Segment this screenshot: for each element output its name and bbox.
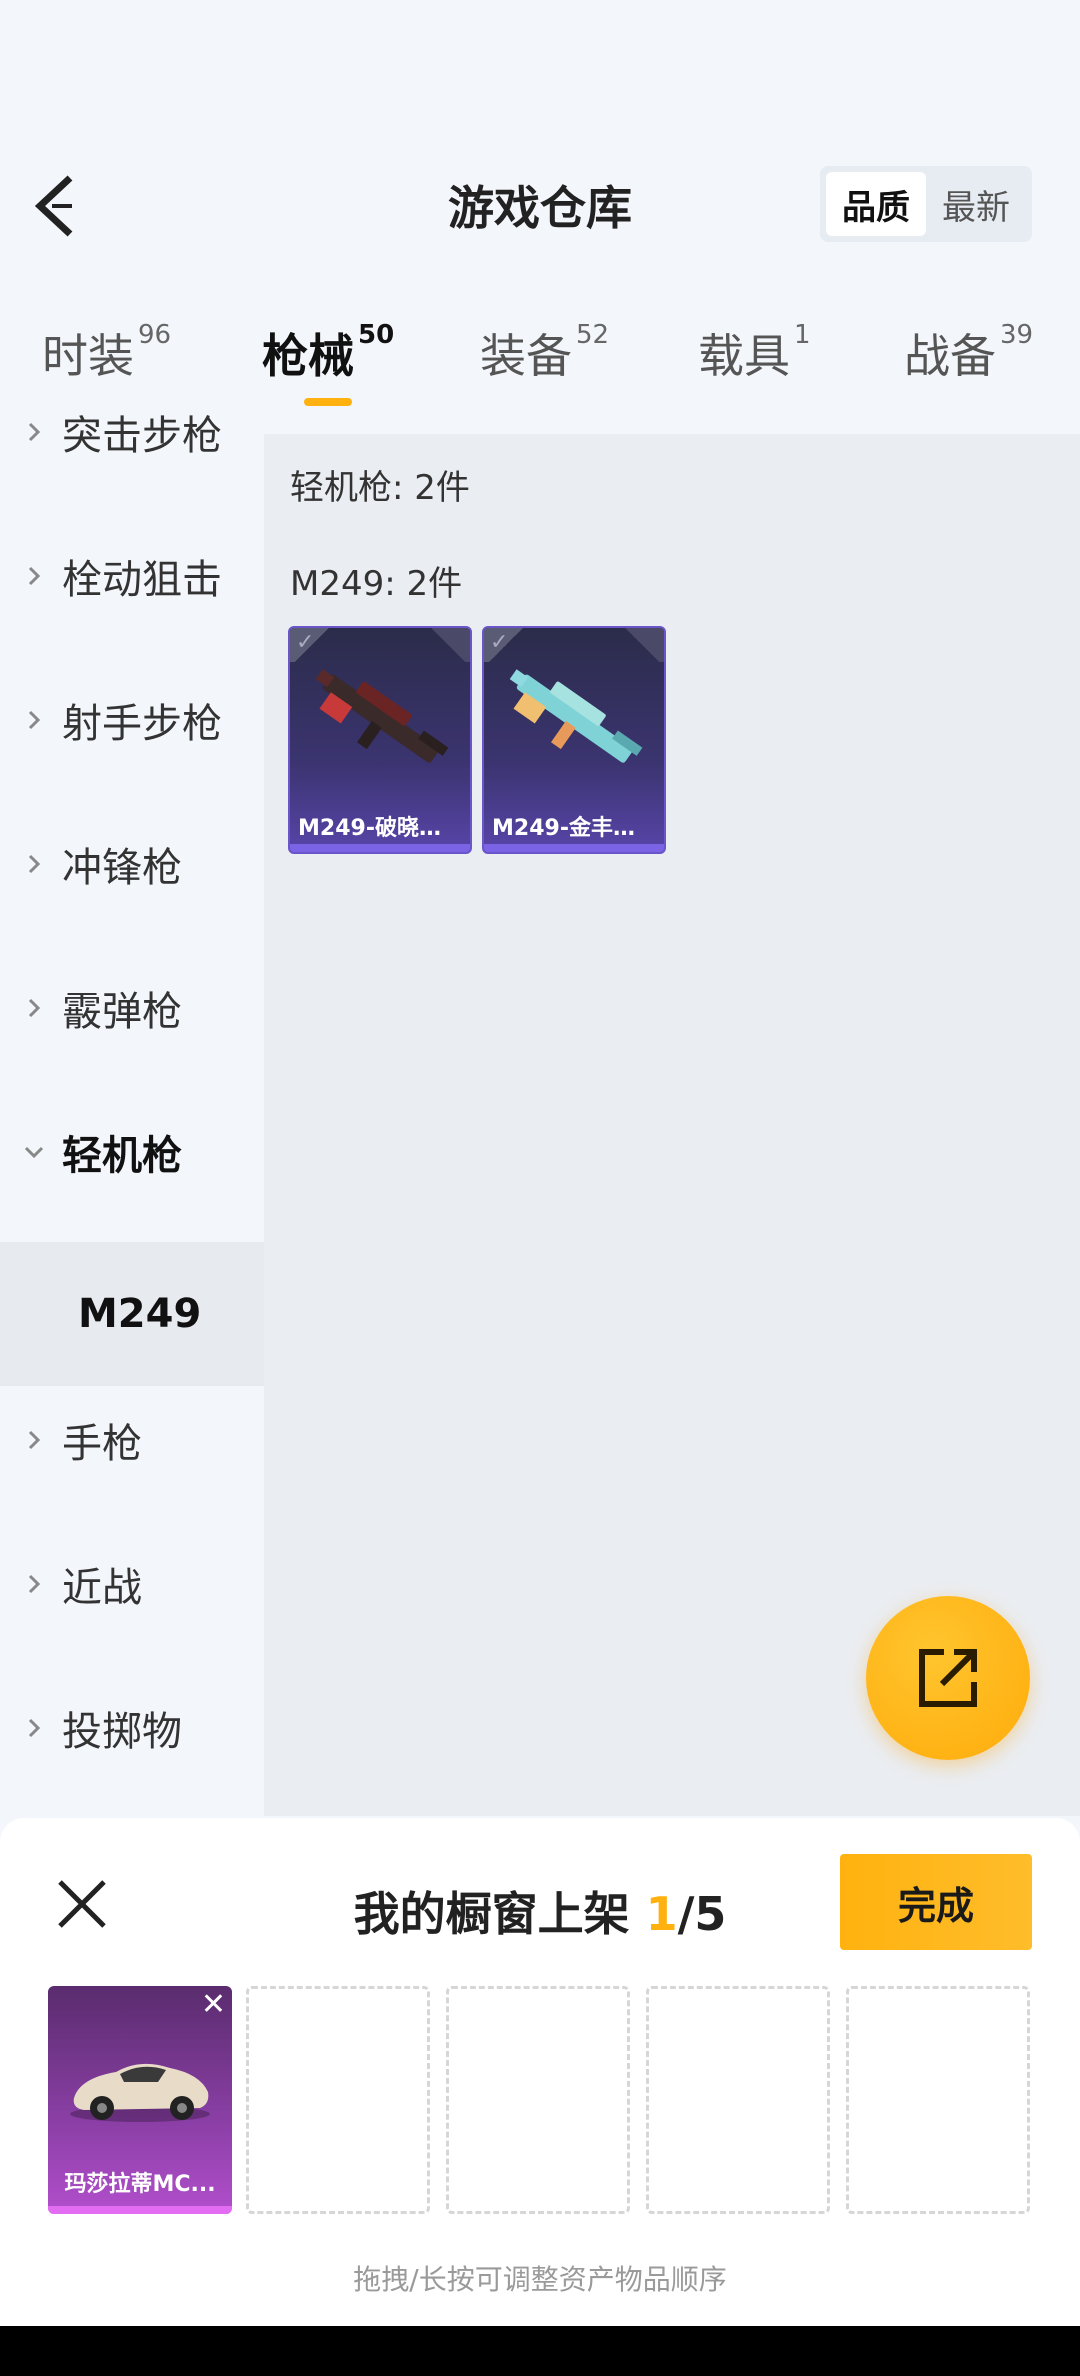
rarity-bar (484, 844, 664, 852)
showcase-slot-empty[interactable] (446, 1986, 630, 2214)
showcase-slot-empty[interactable] (246, 1986, 430, 2214)
sidebar-item-smg[interactable]: 冲锋枪 (0, 792, 264, 936)
rifle-icon (509, 669, 643, 763)
tab-vehicles[interactable]: 载具 1 (698, 320, 811, 386)
showcase-slot-empty[interactable] (646, 1986, 830, 2214)
weapon-card[interactable]: ✓ M249-破晓战... (288, 626, 472, 854)
chevron-right-icon (28, 710, 41, 730)
showcase-slot-filled[interactable]: ✕ 玛莎拉蒂MC... (48, 1986, 232, 2214)
sidebar-item-assault-rifle[interactable]: 突击步枪 (0, 360, 264, 504)
car-icon (70, 2063, 210, 2122)
sidebar-item-lmg[interactable]: 轻机枪 (0, 1080, 264, 1224)
tab-label: 载具 (698, 329, 790, 383)
sidebar-item-label: 突击步枪 (62, 413, 222, 459)
sidebar-item-throwable[interactable]: 投掷物 (0, 1656, 264, 1800)
tab-tactical[interactable]: 战备 39 (904, 320, 1033, 386)
sidebar-item-marksman-rifle[interactable]: 射手步枪 (0, 648, 264, 792)
chevron-down-icon (24, 1146, 44, 1159)
tab-count: 96 (138, 320, 172, 350)
sidebar-item-pistol[interactable]: 手枪 (0, 1368, 264, 1512)
rifle-icon (315, 669, 449, 763)
showcase-slot-empty[interactable] (846, 1986, 1030, 2214)
sidebar: 突击步枪 栓动狙击 射手步枪 冲锋枪 霰弹枪 轻机枪 M249 手枪 近战 投掷… (0, 410, 264, 1816)
tab-count: 52 (576, 320, 610, 350)
chevron-right-icon (28, 1718, 41, 1738)
group-count-title: M249: 2件 (290, 564, 463, 604)
done-button[interactable]: 完成 (840, 1854, 1032, 1950)
sidebar-item-label: 投掷物 (62, 1709, 182, 1755)
rarity-bar (48, 2206, 232, 2214)
showcase-count-total: /5 (677, 1887, 727, 1941)
sidebar-item-shotgun[interactable]: 霰弹枪 (0, 936, 264, 1080)
showcase-title-text: 我的橱窗上架 (353, 1887, 646, 1941)
sort-newest-option[interactable]: 最新 (926, 172, 1026, 236)
rarity-bar (290, 844, 470, 852)
active-tab-indicator (304, 398, 352, 406)
sidebar-subitem-label: M249 (78, 1291, 202, 1337)
chevron-right-icon (28, 566, 41, 586)
sidebar-item-bolt-sniper[interactable]: 栓动狙击 (0, 504, 264, 648)
sidebar-item-label: 冲锋枪 (62, 845, 182, 891)
chevron-right-icon (28, 1574, 41, 1594)
chevron-right-icon (28, 422, 41, 442)
sidebar-item-label: 栓动狙击 (62, 557, 222, 603)
tab-guns[interactable]: 枪械 50 (262, 320, 394, 386)
showcase-item-name: 玛莎拉蒂MC... (64, 2172, 216, 2197)
chevron-right-icon (28, 854, 41, 874)
tab-label: 战备 (904, 329, 996, 383)
reorder-hint: 拖拽/长按可调整资产物品顺序 (353, 2263, 727, 2296)
showcase-count-current: 1 (645, 1887, 678, 1941)
sidebar-subitem-m249[interactable]: M249 (0, 1242, 264, 1386)
chevron-right-icon (28, 1430, 41, 1450)
weapon-card-name: M249-金丰海... (492, 816, 661, 841)
sidebar-item-label: 射手步枪 (62, 701, 222, 747)
tab-label: 装备 (480, 329, 572, 383)
category-count-title: 轻机枪: 2件 (290, 468, 470, 508)
sort-quality-option[interactable]: 品质 (826, 172, 926, 236)
showcase-panel: 我的橱窗上架 1/5 完成 ✕ 玛莎拉蒂MC... 拖拽/长按可调整资产物品顺序 (0, 1818, 1080, 2326)
sort-toggle[interactable]: 品质 最新 (820, 166, 1032, 242)
weapon-card[interactable]: ✓ M249-金丰海... (482, 626, 666, 854)
external-link-icon (919, 1649, 977, 1707)
tab-count: 1 (794, 320, 811, 350)
tab-count: 50 (358, 320, 395, 350)
header: 游戏仓库 品质 最新 (0, 150, 1080, 260)
weapon-card-name: M249-破晓战... (298, 816, 467, 841)
tab-count: 39 (1000, 320, 1034, 350)
system-nav-bar (0, 2326, 1080, 2376)
sidebar-item-label: 轻机枪 (62, 1133, 182, 1179)
sidebar-item-label: 近战 (62, 1565, 142, 1611)
sidebar-item-label: 手枪 (62, 1421, 142, 1467)
tab-label: 枪械 (262, 329, 354, 383)
remove-icon[interactable]: ✕ (201, 1990, 226, 2020)
sidebar-item-label: 霰弹枪 (62, 989, 182, 1035)
tab-equipment[interactable]: 装备 52 (480, 320, 609, 386)
sidebar-item-melee[interactable]: 近战 (0, 1512, 264, 1656)
share-fab-button[interactable] (866, 1596, 1030, 1760)
chevron-right-icon (28, 998, 41, 1018)
